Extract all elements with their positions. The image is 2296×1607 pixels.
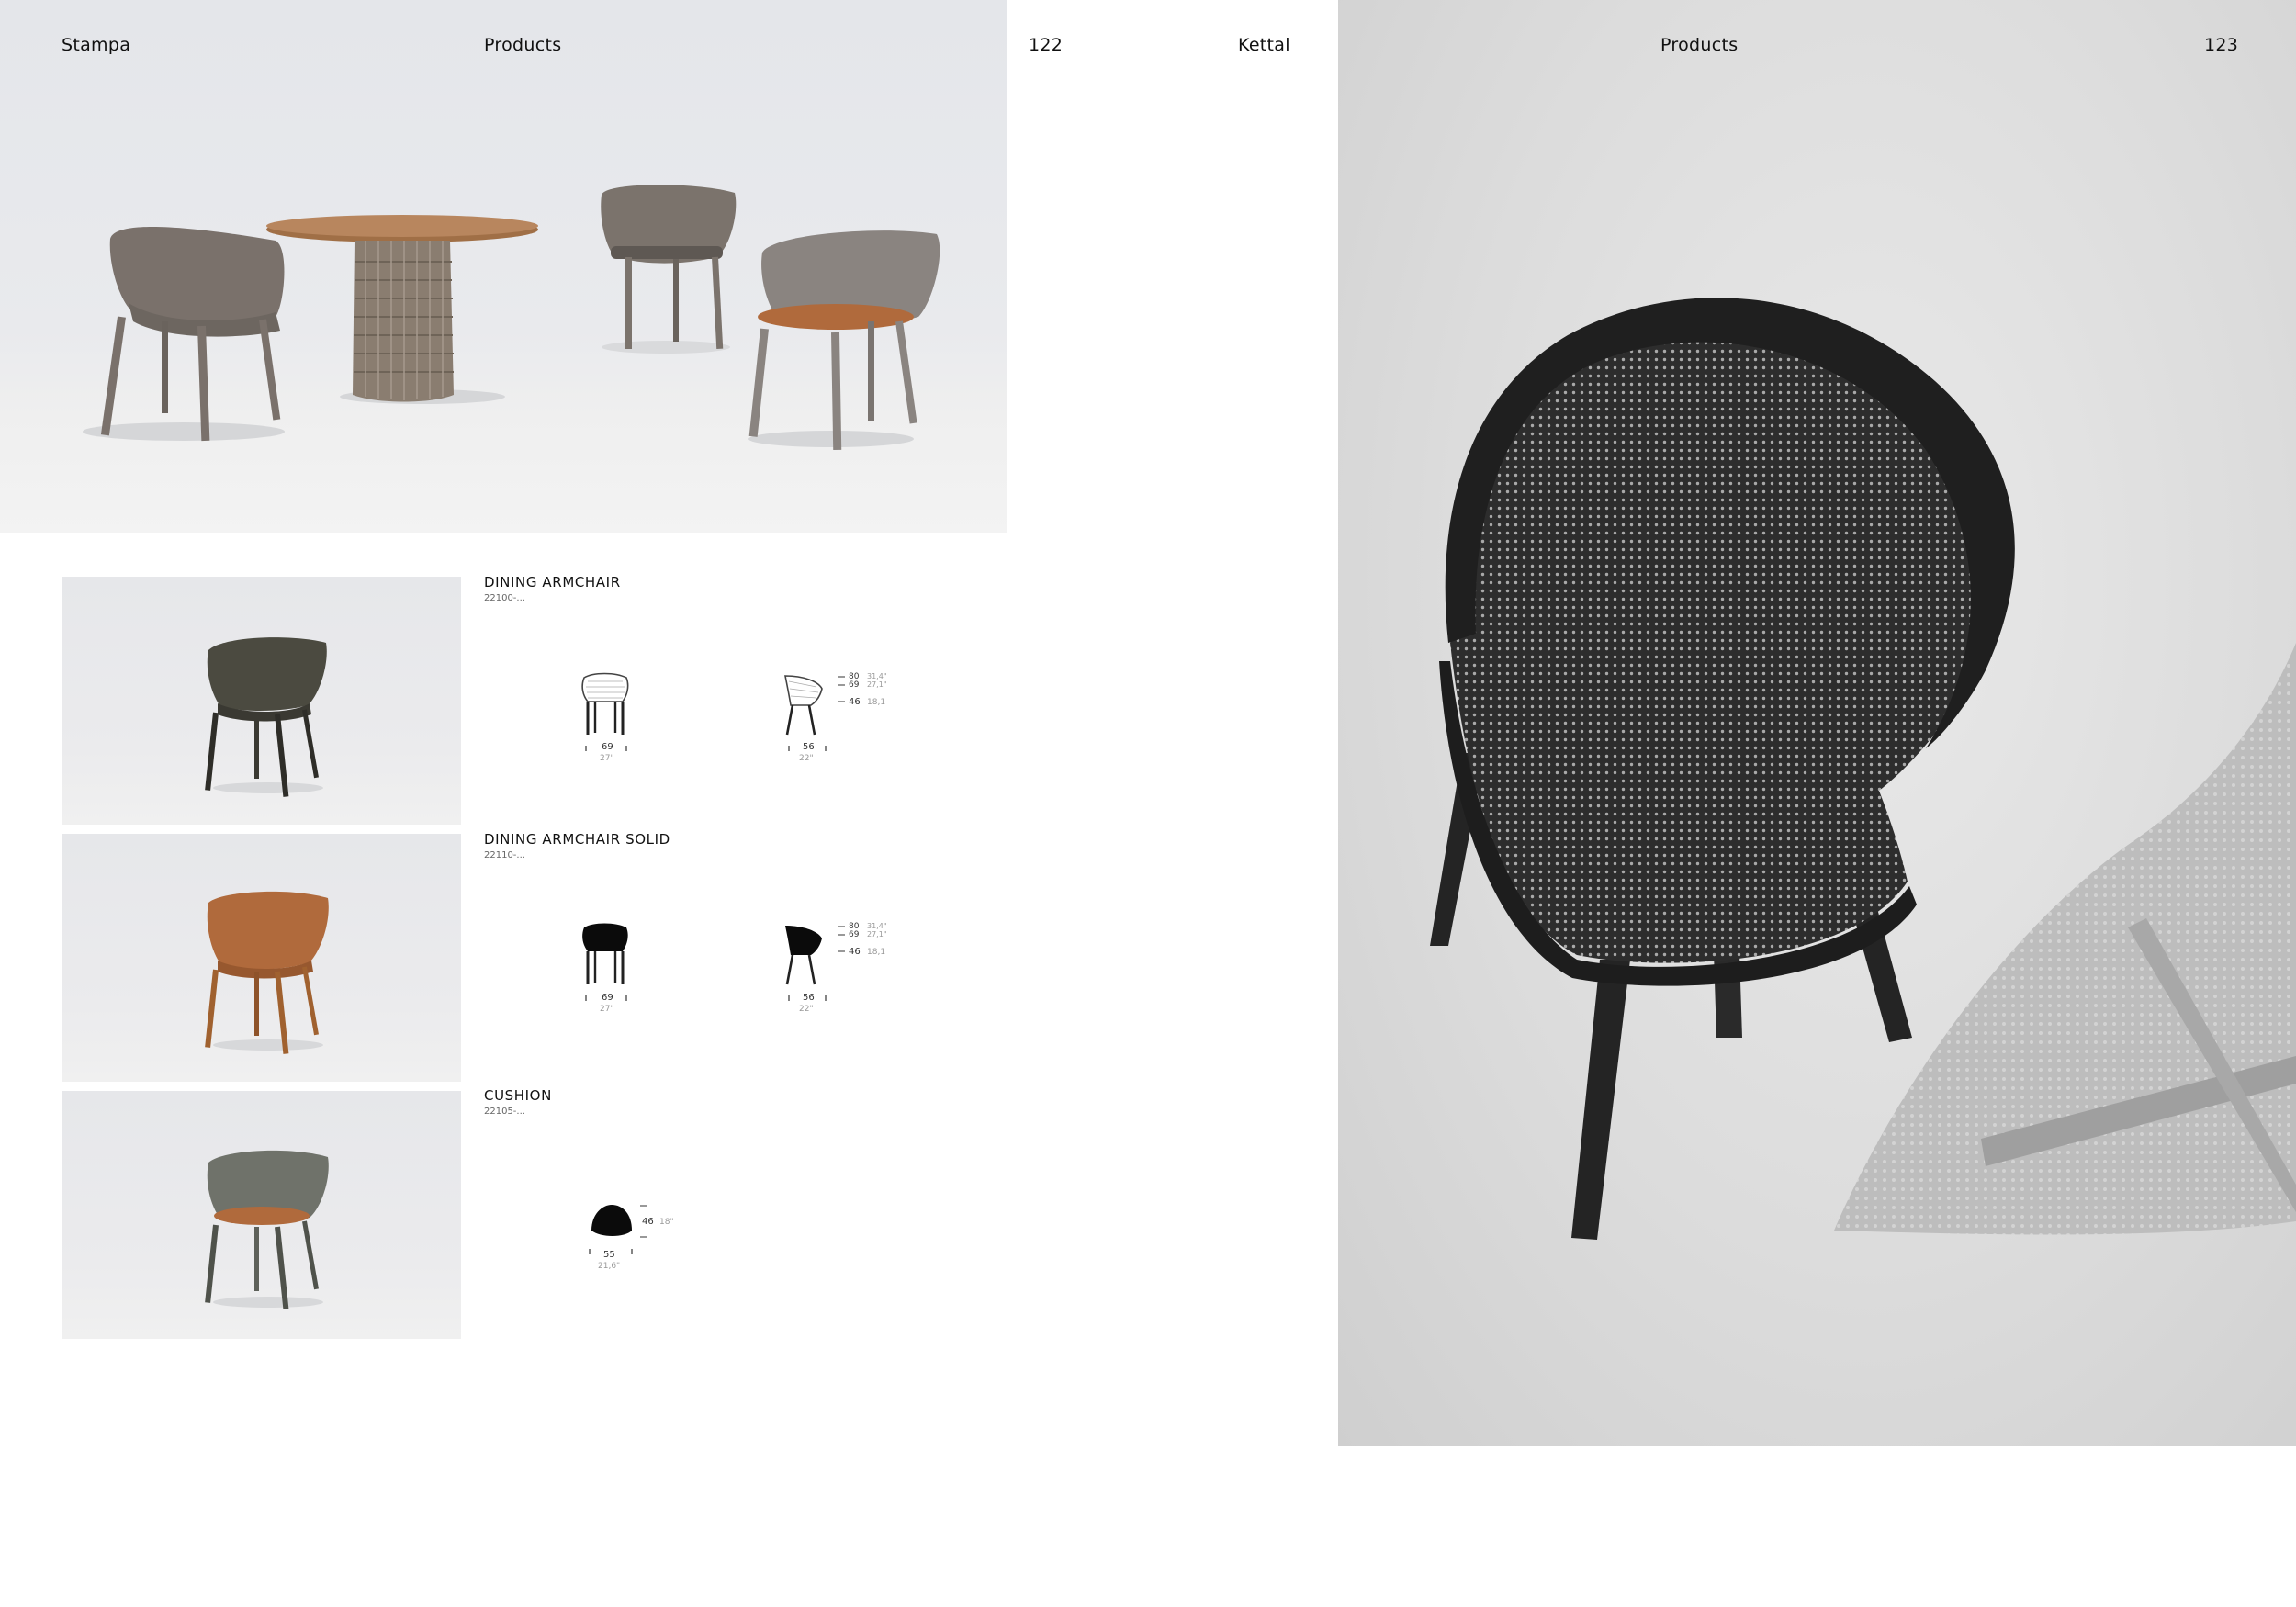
height-cm-cushion: 46 — [642, 1217, 654, 1227]
height-in-dining-armchair: 31,4" — [867, 672, 887, 680]
product-name-cushion: CUSHION — [484, 1087, 552, 1104]
arm-cm-dining-armchair-solid: 69 — [849, 930, 860, 939]
width-in-dining-armchair: 27" — [600, 754, 614, 763]
arm-cm-dining-armchair: 69 — [849, 680, 860, 690]
product-code-dining-armchair: 22100-... — [484, 593, 525, 603]
brand-label: Kettal — [1238, 35, 1290, 55]
width-cm-dining-armchair: 69 — [602, 742, 613, 752]
hero-chair-right — [748, 230, 940, 451]
depth-cm-dining-armchair-solid: 56 — [803, 993, 815, 1003]
product-thumb-dining-armchair-solid — [62, 834, 461, 1082]
hero-chair-middle — [601, 185, 737, 350]
hero-chair-left — [100, 227, 285, 442]
height-in-cushion: 18" — [659, 1218, 674, 1227]
depth-in-dining-armchair-solid: 22" — [799, 1005, 814, 1014]
height-ticks-dining-armchair-solid — [838, 926, 845, 952]
depth-cm-dining-armchair: 56 — [803, 742, 815, 752]
width-in-cushion: 21,6" — [598, 1262, 621, 1271]
width-cm-dining-armchair-solid: 69 — [602, 993, 613, 1003]
product-thumb-dining-armchair — [62, 577, 461, 825]
page-title-left: Stampa — [62, 35, 131, 55]
seat-in-dining-armchair: 18,1 — [867, 698, 886, 707]
product-code-dining-armchair-solid: 22110-... — [484, 850, 525, 860]
arm-in-dining-armchair-solid: 27,1" — [867, 930, 887, 938]
seat-cm-dining-armchair: 46 — [849, 697, 861, 707]
depth-in-dining-armchair: 22" — [799, 754, 814, 763]
hero-photo — [0, 0, 1007, 533]
seat-in-dining-armchair-solid: 18,1 — [867, 948, 886, 957]
page-number-right: 123 — [2204, 35, 2239, 55]
arm-in-dining-armchair: 27,1" — [867, 680, 887, 689]
seat-cm-dining-armchair-solid: 46 — [849, 947, 861, 957]
height-in-dining-armchair-solid: 31,4" — [867, 922, 887, 930]
hero-table — [266, 215, 538, 402]
width-in-dining-armchair-solid: 27" — [600, 1005, 614, 1014]
page-number-left: 122 — [1029, 35, 1064, 55]
width-cm-cushion: 55 — [603, 1250, 615, 1260]
section-label-left: Products — [484, 35, 562, 55]
product-code-cushion: 22105-... — [484, 1107, 525, 1117]
feature-photo — [1338, 0, 2296, 1446]
product-name-dining-armchair-solid: DINING ARMCHAIR SOLID — [484, 831, 670, 848]
product-thumb-cushion — [62, 1091, 461, 1339]
height-ticks-dining-armchair — [838, 676, 845, 702]
product-name-dining-armchair: DINING ARMCHAIR — [484, 574, 621, 590]
section-label-right: Products — [1660, 35, 1739, 55]
